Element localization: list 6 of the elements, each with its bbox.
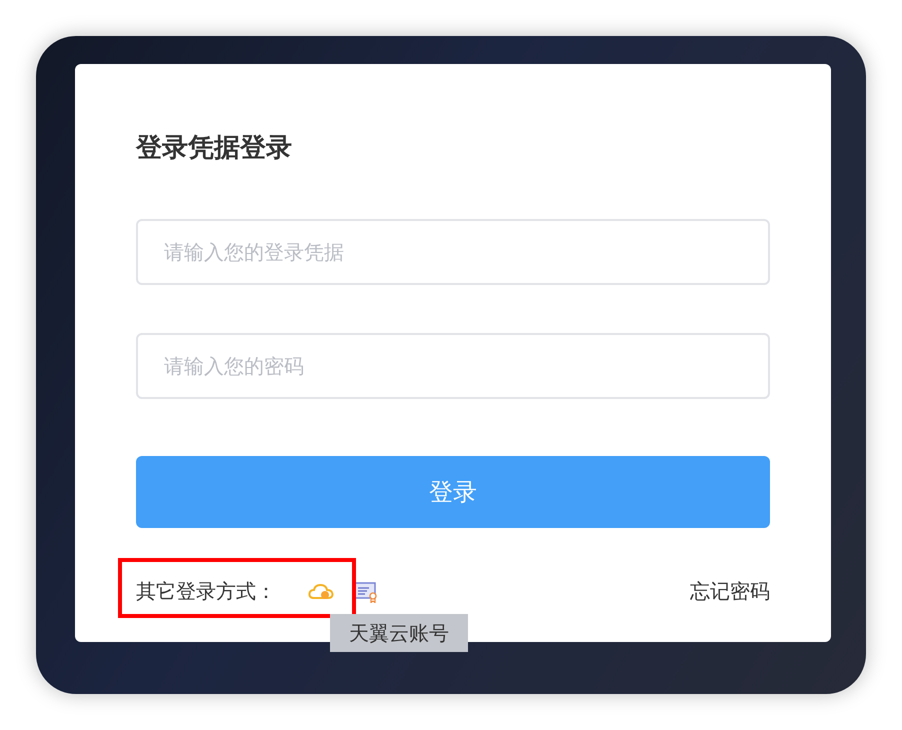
forgot-password-link[interactable]: 忘记密码 bbox=[690, 578, 770, 605]
other-login-label: 其它登录方式： bbox=[136, 578, 276, 605]
tooltip: 天翼云账号 bbox=[330, 614, 468, 652]
form-title: 登录凭据登录 bbox=[136, 132, 293, 165]
input-field[interactable]: 请输入您的登录凭据 bbox=[136, 219, 770, 285]
input-field[interactable]: 请输入您的密码 bbox=[136, 333, 770, 399]
